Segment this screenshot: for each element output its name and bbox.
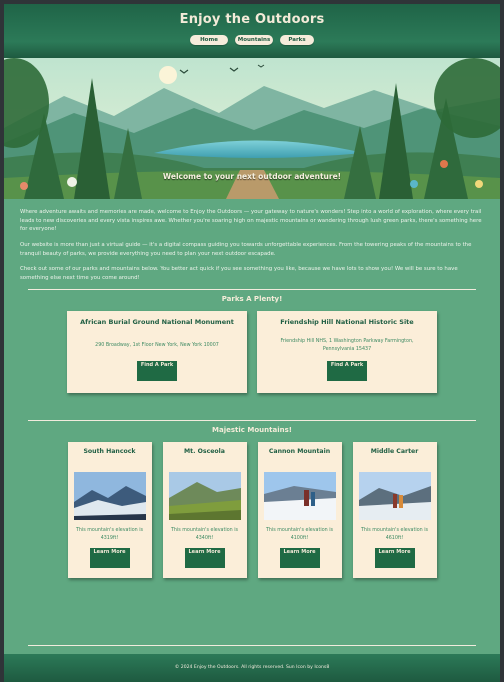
mountain-name: Mt. Osceola [184,448,225,456]
mountain-elevation: This mountain's elevation is 4340ft! [170,528,239,541]
park-card: African Burial Ground National Monument … [67,311,247,394]
intro-paragraph: Where adventure awaits and memories are … [20,209,482,233]
section-divider [28,420,476,422]
park-address: Friendship Hill NHS, 1 Washington Parkwa… [280,339,414,352]
mountain-name: South Hancock [83,448,136,456]
learn-more-button[interactable]: Learn More [279,548,320,569]
mountain-elevation: This mountain's elevation is 4319ft! [75,528,144,541]
find-park-button[interactable]: Find A Park [137,361,177,382]
main-nav: Home Mountains Parks [4,35,500,45]
parks-title: Parks A Plenty! [221,295,283,304]
mountains-title: Majestic Mountains! [212,426,292,435]
intro-section: Where adventure awaits and memories are … [4,199,500,282]
mountains-list: South Hancock This mountain's elevation … [4,442,500,579]
section-divider [28,645,476,646]
intro-paragraph: Check out some of our parks and mountain… [20,266,458,281]
park-card: Friendship Hill National Historic Site F… [257,311,437,394]
mountain-photo [168,472,241,521]
nav-home[interactable]: Home [190,35,228,45]
learn-more-button[interactable]: Learn More [374,548,415,569]
site-title: Enjoy the Outdoors [179,12,325,27]
site-header: Enjoy the Outdoors Home Mountains Parks [4,4,500,58]
section-divider [28,289,476,291]
intro-paragraph: Our website is more than just a virtual … [20,241,472,257]
park-name: Friendship Hill National Historic Site [280,318,414,327]
page: Enjoy the Outdoors Home Mountains Parks [4,4,500,682]
mountain-elevation: This mountain's elevation is 4610ft! [360,528,429,541]
mountain-photo [358,472,431,521]
parks-list: African Burial Ground National Monument … [4,311,500,394]
mountain-elevation: This mountain's elevation is 4100ft! [265,528,334,541]
learn-more-button[interactable]: Learn More [89,548,130,569]
hero-banner: Welcome to your next outdoor adventure! [4,58,500,199]
mountain-card: South Hancock This mountain's elevation … [67,442,152,579]
mountain-name: Cannon Mountain [268,448,331,456]
mountain-photo [73,472,146,521]
mountain-card: Middle Carter This mountain's elevation … [352,442,437,579]
park-address: 290 Broadway, 1st Floor New York, New Yo… [95,343,219,349]
park-name: African Burial Ground National Monument [80,318,234,327]
hero-caption: Welcome to your next outdoor adventure! [162,172,342,181]
site-footer: © 2024 Enjoy the Outdoors. All rights re… [4,654,500,682]
mountain-name: Middle Carter [370,448,419,456]
nav-parks[interactable]: Parks [280,35,314,45]
mountain-photo [263,472,336,521]
mountain-card: Cannon Mountain This mountain's elevatio… [257,442,342,579]
learn-more-button[interactable]: Learn More [184,548,225,569]
nav-mountains[interactable]: Mountains [235,35,273,45]
find-park-button[interactable]: Find A Park [327,361,367,382]
mountain-card: Mt. Osceola This mountain's elevation is… [162,442,247,579]
footer-text: © 2024 Enjoy the Outdoors. All rights re… [174,665,330,670]
